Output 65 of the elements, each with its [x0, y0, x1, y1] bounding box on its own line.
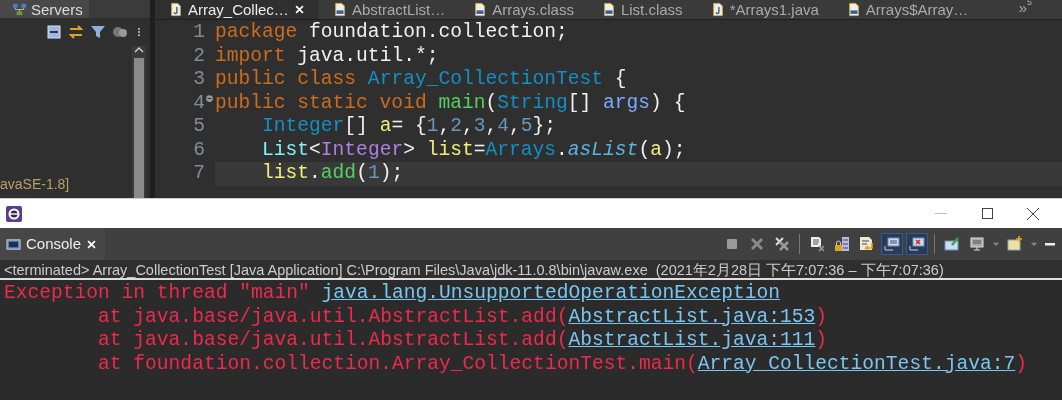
error-text: at foundation.collection.Array_CollectionTest.main(	[97, 352, 698, 375]
line-number: 5	[193, 114, 205, 140]
class-file-icon	[846, 2, 861, 17]
line-number: 3	[193, 67, 205, 93]
error-text: at java.base/java.util.AbstractList.add(	[97, 329, 569, 351]
minimize-icon	[935, 212, 947, 215]
lock-icon	[834, 236, 850, 252]
close-icon[interactable]	[293, 4, 305, 15]
stack-trace-link[interactable]: java.lang.UnsupportedOperationException	[321, 282, 781, 304]
editor-tab[interactable]: Arrays$Array…	[832, 0, 983, 19]
clear-console-icon	[809, 236, 825, 252]
error-text: )	[815, 329, 828, 351]
stack-trace-link[interactable]: AbstractList.java:111	[568, 329, 816, 351]
word-wrap-icon	[859, 236, 875, 252]
java-file-icon	[169, 2, 183, 17]
close-icon	[1027, 207, 1039, 220]
code-line: public static void main(String[] args) {	[215, 91, 687, 115]
stop-icon	[724, 236, 740, 252]
class-file-icon	[601, 2, 616, 17]
new-console-icon	[1007, 236, 1023, 252]
fold-icon[interactable]	[205, 93, 214, 103]
editor-tab[interactable]: List.class	[587, 0, 697, 19]
line-number: 7	[193, 161, 205, 187]
project-label: avaSE-1.8]	[0, 175, 71, 194]
class-file-icon	[332, 2, 347, 17]
close-icon[interactable]	[86, 238, 98, 250]
standard-error-button[interactable]	[906, 233, 928, 255]
line-number: 1	[193, 20, 205, 46]
editor-tab[interactable]: Array_Collec…	[155, 0, 319, 19]
line-number: 2	[193, 43, 205, 69]
maximize-icon	[981, 208, 993, 219]
class-file-icon	[473, 2, 488, 17]
collapse-all-icon[interactable]	[46, 24, 62, 40]
code-line: import java.util.*;	[215, 44, 440, 68]
remove-icon	[749, 236, 765, 252]
java-file-icon	[710, 2, 725, 17]
code-line: Integer[] a= {1,2,3,4,5};	[261, 115, 558, 139]
console-tab[interactable]: Console	[0, 228, 106, 260]
scrollbar[interactable]	[132, 46, 146, 198]
editor-tab[interactable]: AbstractList…	[318, 0, 460, 19]
standard-error-icon	[909, 236, 925, 252]
monitor-icon	[969, 236, 985, 252]
stack-trace-link[interactable]: Array_CollectionTest.java:7	[697, 352, 1016, 375]
error-text: at java.base/java.util.AbstractList.add(	[97, 305, 569, 328]
code-line: package foundation.collection;	[215, 21, 569, 45]
error-text: )	[815, 305, 828, 328]
console-icon	[6, 236, 21, 252]
servers-tab[interactable]: Servers	[0, 0, 89, 18]
stack-trace-link[interactable]: AbstractList.java:153	[568, 305, 816, 328]
line-number: 6	[193, 137, 205, 163]
scroll-up-icon[interactable]	[134, 46, 144, 54]
error-text: )	[1015, 352, 1027, 375]
code-line: public class Array_CollectionTest {	[215, 68, 628, 92]
editor-tab[interactable]: Arrays.class	[459, 0, 588, 19]
servers-icon	[12, 1, 27, 17]
standard-out-icon	[884, 236, 900, 252]
standard-out-button[interactable]	[881, 233, 903, 255]
error-text: Exception in thread "main"	[4, 282, 311, 304]
app-icon	[6, 205, 22, 222]
console-status: <terminated> Array_CollectionTest [Java Application] C:\Program Files\Java\jdk-11.0.8\bin\javaw.exe (2021年2月28日 下午7:07:36 – 下午7:07:36)	[0, 260, 1062, 280]
editor-tab[interactable]: *Arrays1.java	[696, 0, 833, 19]
code-line: List<Integer> list=Arrays.asList(a);	[261, 138, 687, 162]
filter-icon[interactable]	[90, 24, 106, 40]
line-number: 4	[193, 90, 205, 116]
remove-all-icon	[774, 236, 790, 252]
